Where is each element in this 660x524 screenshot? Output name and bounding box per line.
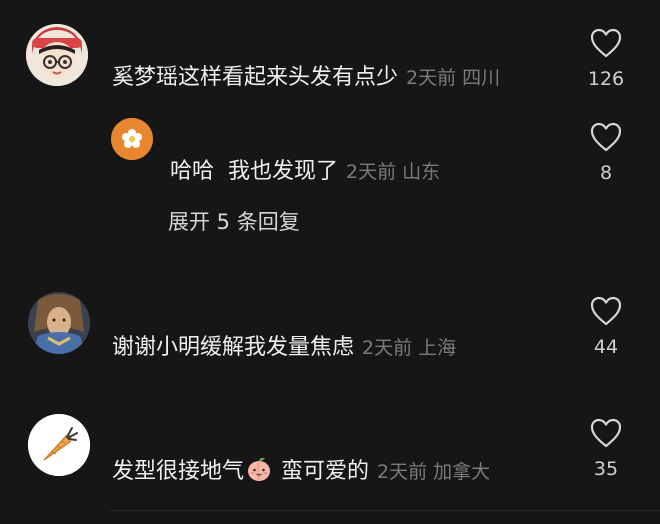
comment-location: 加拿大 xyxy=(433,461,491,483)
comment-text-2: 蛮可爱的 xyxy=(274,459,370,484)
reply-avatar[interactable] xyxy=(111,118,153,160)
like-button[interactable]: 126 xyxy=(586,28,626,90)
comment-body[interactable]: 奚梦瑶这样看起来头发有点少 2天前 四川 xyxy=(112,64,500,92)
reply-meta: 2天前 山东 xyxy=(346,161,440,183)
expand-replies-button[interactable]: 展开 5 条回复 xyxy=(168,206,300,236)
comment-meta: 2天前 上海 xyxy=(362,337,456,359)
flower-avatar-icon xyxy=(111,118,153,160)
reply-like-button[interactable]: 8 xyxy=(586,122,626,184)
avatar[interactable] xyxy=(26,24,88,86)
cartoon-girl-avatar-icon xyxy=(26,24,88,86)
heart-icon xyxy=(590,296,622,326)
comment-text: 谢谢小明缓解我发量焦虑 xyxy=(112,335,355,360)
comment-section: 奚梦瑶这样看起来头发有点少 2天前 四川 126 哈哈 我也发现了 2天前 山东 8 xyxy=(0,0,660,524)
warrior-avatar-icon xyxy=(28,292,90,354)
reply-text: 哈哈 我也发现了 xyxy=(170,159,338,184)
like-count: 8 xyxy=(599,162,613,184)
comment-location: 上海 xyxy=(418,337,457,359)
comment-location: 四川 xyxy=(462,67,501,89)
like-button[interactable]: 35 xyxy=(586,418,626,480)
avatar[interactable] xyxy=(28,292,90,354)
like-button[interactable]: 44 xyxy=(586,296,626,358)
reply-location: 山东 xyxy=(402,161,441,183)
comment-time: 2天前 xyxy=(362,337,413,359)
comment-text: 发型很接地气 xyxy=(112,459,245,484)
heart-icon xyxy=(590,28,622,58)
peach-face-emoji-icon xyxy=(246,456,272,490)
comment-body[interactable]: 谢谢小明缓解我发量焦虑 2天前 上海 xyxy=(112,334,456,362)
like-count: 44 xyxy=(593,336,619,358)
carrot-avatar-icon xyxy=(28,414,90,476)
avatar[interactable] xyxy=(28,414,90,476)
comment-body[interactable]: 发型很接地气 蛮可爱的 2天前 加拿大 xyxy=(112,456,490,490)
like-count: 126 xyxy=(587,68,625,90)
comment-meta: 2天前 加拿大 xyxy=(377,461,490,483)
divider xyxy=(110,510,660,511)
like-count: 35 xyxy=(593,458,619,480)
reply-body[interactable]: 哈哈 我也发现了 2天前 山东 xyxy=(170,158,440,186)
heart-icon xyxy=(590,418,622,448)
comment-text: 奚梦瑶这样看起来头发有点少 xyxy=(112,65,399,90)
comment-time: 2天前 xyxy=(377,461,428,483)
heart-icon xyxy=(590,122,622,152)
comment-meta: 2天前 四川 xyxy=(406,67,500,89)
comment-time: 2天前 xyxy=(406,67,457,89)
reply-time: 2天前 xyxy=(346,161,397,183)
